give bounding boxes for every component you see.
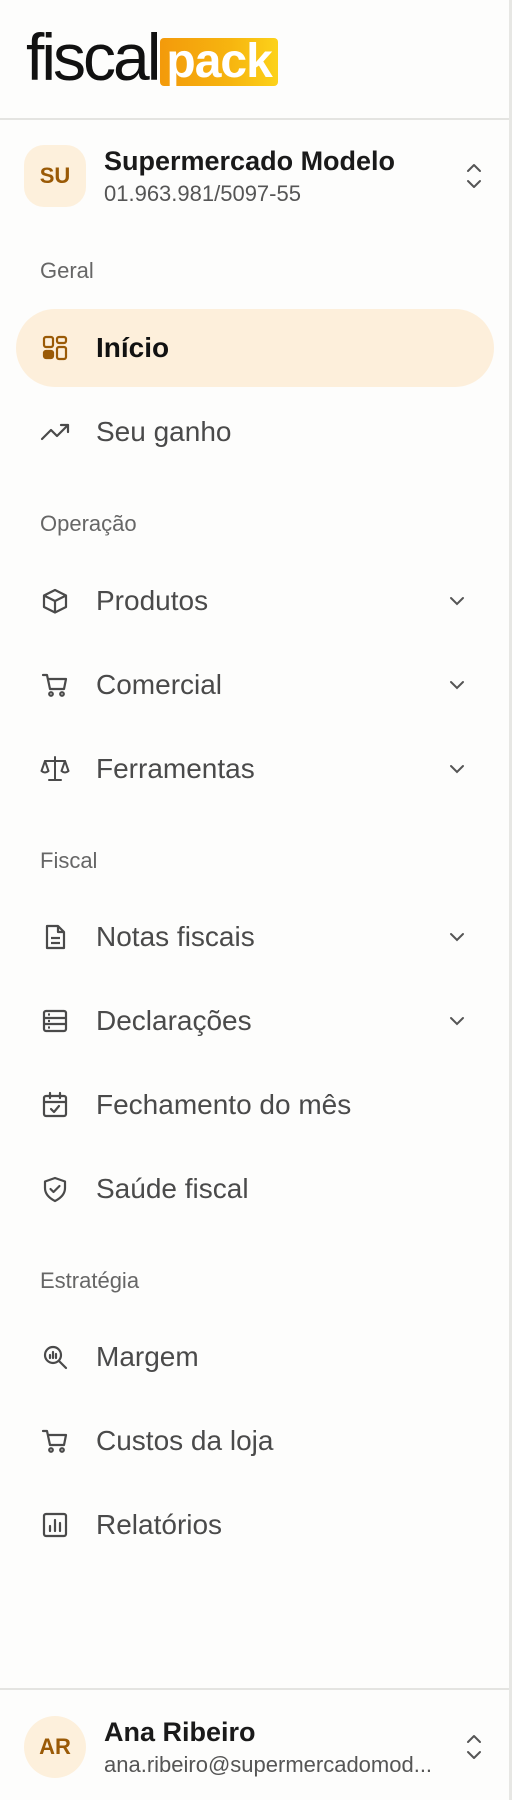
user-avatar: AR: [24, 1716, 86, 1778]
nav-item-comercial[interactable]: Comercial: [16, 646, 494, 724]
nav-item-seu-ganho[interactable]: Seu ganho: [16, 393, 494, 471]
nav-item-custos-da-loja[interactable]: Custos da loja: [16, 1402, 494, 1480]
section-label-operacao: Operação: [40, 511, 137, 536]
nav-item-relatorios[interactable]: Relatórios: [16, 1486, 494, 1564]
logo-area: fiscal pack: [0, 0, 509, 120]
chevron-down-icon: [446, 1010, 468, 1032]
organization-switcher[interactable]: SU Supermercado Modelo 01.963.981/5097-5…: [24, 140, 486, 212]
user-menu[interactable]: AR Ana Ribeiro ana.ribeiro@supermercadom…: [24, 1712, 486, 1782]
organization-info: Supermercado Modelo 01.963.981/5097-55: [104, 146, 462, 207]
chevron-down-icon: [446, 674, 468, 696]
sidebar-footer: AR Ana Ribeiro ana.ribeiro@supermercadom…: [0, 1688, 509, 1802]
nav-item-fechamento[interactable]: Fechamento do mês: [16, 1066, 494, 1144]
chevrons-up-down-icon: [462, 158, 486, 194]
scale-icon: [40, 754, 70, 784]
user-info: Ana Ribeiro ana.ribeiro@supermercadomod.…: [104, 1717, 462, 1778]
nav-item-inicio[interactable]: Início: [16, 309, 494, 387]
nav-label: Comercial: [96, 669, 223, 700]
section-label-geral: Geral: [40, 258, 94, 283]
brand-logo[interactable]: fiscal pack: [26, 22, 278, 90]
nav-label: Início: [96, 332, 170, 363]
organization-cnpj: 01.963.981/5097-55: [104, 180, 301, 206]
nav-label: Saúde fiscal: [96, 1173, 249, 1204]
search-chart-icon: [40, 1342, 70, 1372]
nav-label: Margem: [96, 1341, 199, 1372]
organization-name: Supermercado Modelo: [104, 145, 396, 176]
dashboard-icon: [40, 333, 70, 363]
server-icon: [40, 1006, 70, 1036]
nav-item-margem[interactable]: Margem: [16, 1318, 494, 1396]
shield-check-icon: [40, 1174, 70, 1204]
logo-text-fiscal: fiscal: [26, 20, 161, 94]
nav-item-saude-fiscal[interactable]: Saúde fiscal: [16, 1150, 494, 1228]
nav-label: Ferramentas: [96, 753, 255, 784]
box-icon: [40, 586, 70, 616]
cart-icon: [40, 670, 70, 700]
file-text-icon: [40, 922, 70, 952]
nav-label: Notas fiscais: [96, 921, 255, 952]
nav-item-declaracoes[interactable]: Declarações: [16, 982, 494, 1060]
calendar-check-icon: [40, 1090, 70, 1120]
nav-label: Fechamento do mês: [96, 1089, 352, 1120]
section-label-fiscal: Fiscal: [40, 848, 98, 873]
chevron-down-icon: [446, 926, 468, 948]
nav-item-notas-fiscais[interactable]: Notas fiscais: [16, 898, 494, 976]
chevrons-up-down-icon: [462, 1729, 486, 1765]
sidebar: fiscal pack SU Supermercado Modelo 01.96…: [0, 0, 512, 1800]
nav-item-ferramentas[interactable]: Ferramentas: [16, 730, 494, 808]
nav-label: Relatórios: [96, 1509, 223, 1540]
section-label-estrategia: Estratégia: [40, 1268, 140, 1293]
logo-text-pack: pack: [160, 38, 278, 86]
nav-label: Custos da loja: [96, 1425, 274, 1456]
chevron-down-icon: [446, 590, 468, 612]
user-name: Ana Ribeiro: [104, 1716, 256, 1747]
bar-chart-icon: [40, 1510, 70, 1540]
nav-item-produtos[interactable]: Produtos: [16, 562, 494, 640]
user-email: ana.ribeiro@supermercadomod...: [104, 1751, 433, 1777]
nav-label: Declarações: [96, 1005, 252, 1036]
organization-avatar: SU: [24, 145, 86, 207]
nav-label: Seu ganho: [96, 416, 232, 447]
trending-up-icon: [40, 417, 70, 447]
cart-icon: [40, 1426, 70, 1456]
nav-label: Produtos: [96, 585, 209, 616]
chevron-down-icon: [446, 758, 468, 780]
